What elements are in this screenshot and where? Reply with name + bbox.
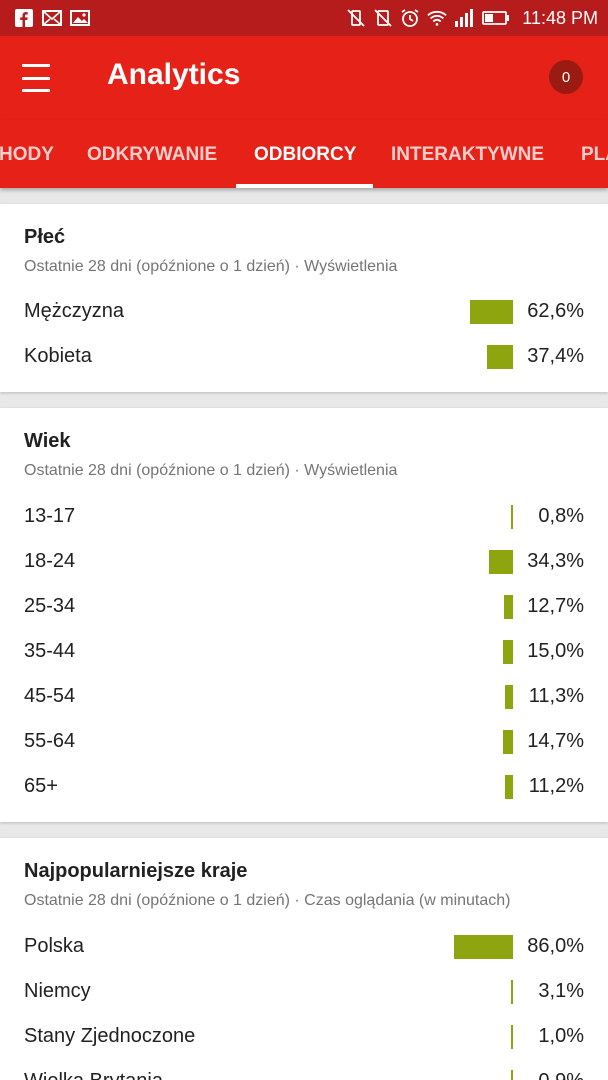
row-value: 0,9% [538, 1070, 584, 1080]
row-label: Polska [24, 935, 85, 957]
list-item[interactable]: 18-24 34,3% [0, 540, 608, 584]
row-label: 55-64 [24, 730, 76, 752]
tab-odbiorcy[interactable]: ODBIORCY [254, 144, 356, 166]
percentage-bar [503, 730, 513, 754]
percentage-bar [505, 685, 513, 709]
percentage-bar [511, 1070, 513, 1080]
status-bar-right: 11:48 PM [346, 8, 598, 29]
row-value: 1,0% [538, 1025, 584, 1047]
status-time: 11:48 PM [522, 7, 598, 28]
tab-interaktywne[interactable]: INTERAKTYWNE [391, 144, 544, 166]
card-title: Najpopularniejsze kraje [24, 860, 248, 882]
menu-icon[interactable] [22, 64, 62, 92]
row-value: 34,3% [527, 550, 584, 572]
list-item[interactable]: Stany Zjednoczone 1,0% [0, 1015, 608, 1059]
tab-bar: HODY ODKRYWANIE ODBIORCY INTERAKTYWNE PL… [0, 120, 608, 188]
percentage-bar [511, 1025, 513, 1049]
tab-przychody[interactable]: HODY [0, 144, 54, 166]
alarm-icon [400, 8, 420, 28]
card-subtitle: Ostatnie 28 dni (opóźnione o 1 dzień) · … [24, 462, 398, 479]
card-gender: Płeć Ostatnie 28 dni (opóźnione o 1 dzie… [0, 204, 608, 392]
row-value: 12,7% [527, 595, 584, 617]
row-label: Niemcy [24, 980, 91, 1002]
row-value: 15,0% [527, 640, 584, 662]
card-title: Płeć [24, 226, 66, 248]
list-item[interactable]: Wielka Brytania 0,9% [0, 1060, 608, 1080]
facebook-icon [14, 8, 34, 28]
list-item[interactable]: Kobieta 37,4% [0, 335, 608, 379]
active-tab-indicator [236, 184, 373, 188]
signal-icon [454, 8, 474, 28]
card-top-countries: Najpopularniejsze kraje Ostatnie 28 dni … [0, 838, 608, 1080]
list-item[interactable]: 55-64 14,7% [0, 720, 608, 764]
percentage-bar [489, 550, 513, 574]
page-title: Analytics [107, 58, 241, 91]
row-label: 25-34 [24, 595, 76, 617]
row-value: 37,4% [527, 345, 584, 367]
list-item[interactable]: 13-17 0,8% [0, 495, 608, 539]
row-value: 14,7% [527, 730, 584, 752]
row-label: 18-24 [24, 550, 76, 572]
wifi-icon [427, 8, 447, 28]
list-item[interactable]: 25-34 12,7% [0, 585, 608, 629]
app-bar: Analytics 0 [0, 36, 608, 120]
row-value: 11,2% [528, 775, 584, 797]
row-value: 3,1% [538, 980, 584, 1002]
row-label: 13-17 [24, 505, 76, 527]
percentage-bar [511, 505, 513, 529]
percentage-bar [470, 300, 513, 324]
card-age: Wiek Ostatnie 28 dni (opóźnione o 1 dzie… [0, 408, 608, 822]
card-subtitle: Ostatnie 28 dni (opóźnione o 1 dzień) · … [24, 258, 398, 275]
percentage-bar [454, 935, 513, 959]
mail-icon [42, 8, 62, 28]
row-value: 62,6% [527, 300, 584, 322]
notifications-off-icon [373, 8, 393, 28]
row-value: 11,3% [528, 685, 584, 707]
row-label: Stany Zjednoczone [24, 1025, 196, 1047]
row-label: Wielka Brytania [24, 1070, 163, 1080]
card-title: Wiek [24, 430, 71, 452]
list-item[interactable]: 45-54 11,3% [0, 675, 608, 719]
row-label: Mężczyzna [24, 300, 125, 322]
row-value: 86,0% [527, 935, 584, 957]
card-subtitle: Ostatnie 28 dni (opóźnione o 1 dzień) · … [24, 892, 511, 909]
list-item[interactable]: 65+ 11,2% [0, 765, 608, 809]
list-item[interactable]: 35-44 15,0% [0, 630, 608, 674]
row-label: 45-54 [24, 685, 76, 707]
notification-badge[interactable]: 0 [549, 60, 583, 94]
list-item[interactable]: Niemcy 3,1% [0, 970, 608, 1014]
list-item[interactable]: Mężczyzna 62,6% [0, 290, 608, 334]
status-bar: 11:48 PM [0, 0, 608, 36]
percentage-bar [505, 775, 513, 799]
row-value: 0,8% [538, 505, 584, 527]
status-bar-left [14, 8, 90, 28]
percentage-bar [503, 640, 513, 664]
vibrate-off-icon [346, 8, 366, 28]
row-label: Kobieta [24, 345, 92, 367]
row-label: 35-44 [24, 640, 76, 662]
tab-odkrywanie[interactable]: ODKRYWANIE [87, 144, 217, 166]
percentage-bar [487, 345, 513, 369]
percentage-bar [511, 980, 513, 1004]
percentage-bar [504, 595, 513, 619]
image-icon [70, 8, 90, 28]
battery-icon [481, 8, 511, 28]
tab-playlisty[interactable]: PLA [581, 144, 608, 166]
row-label: 65+ [24, 775, 58, 797]
list-item[interactable]: Polska 86,0% [0, 925, 608, 969]
